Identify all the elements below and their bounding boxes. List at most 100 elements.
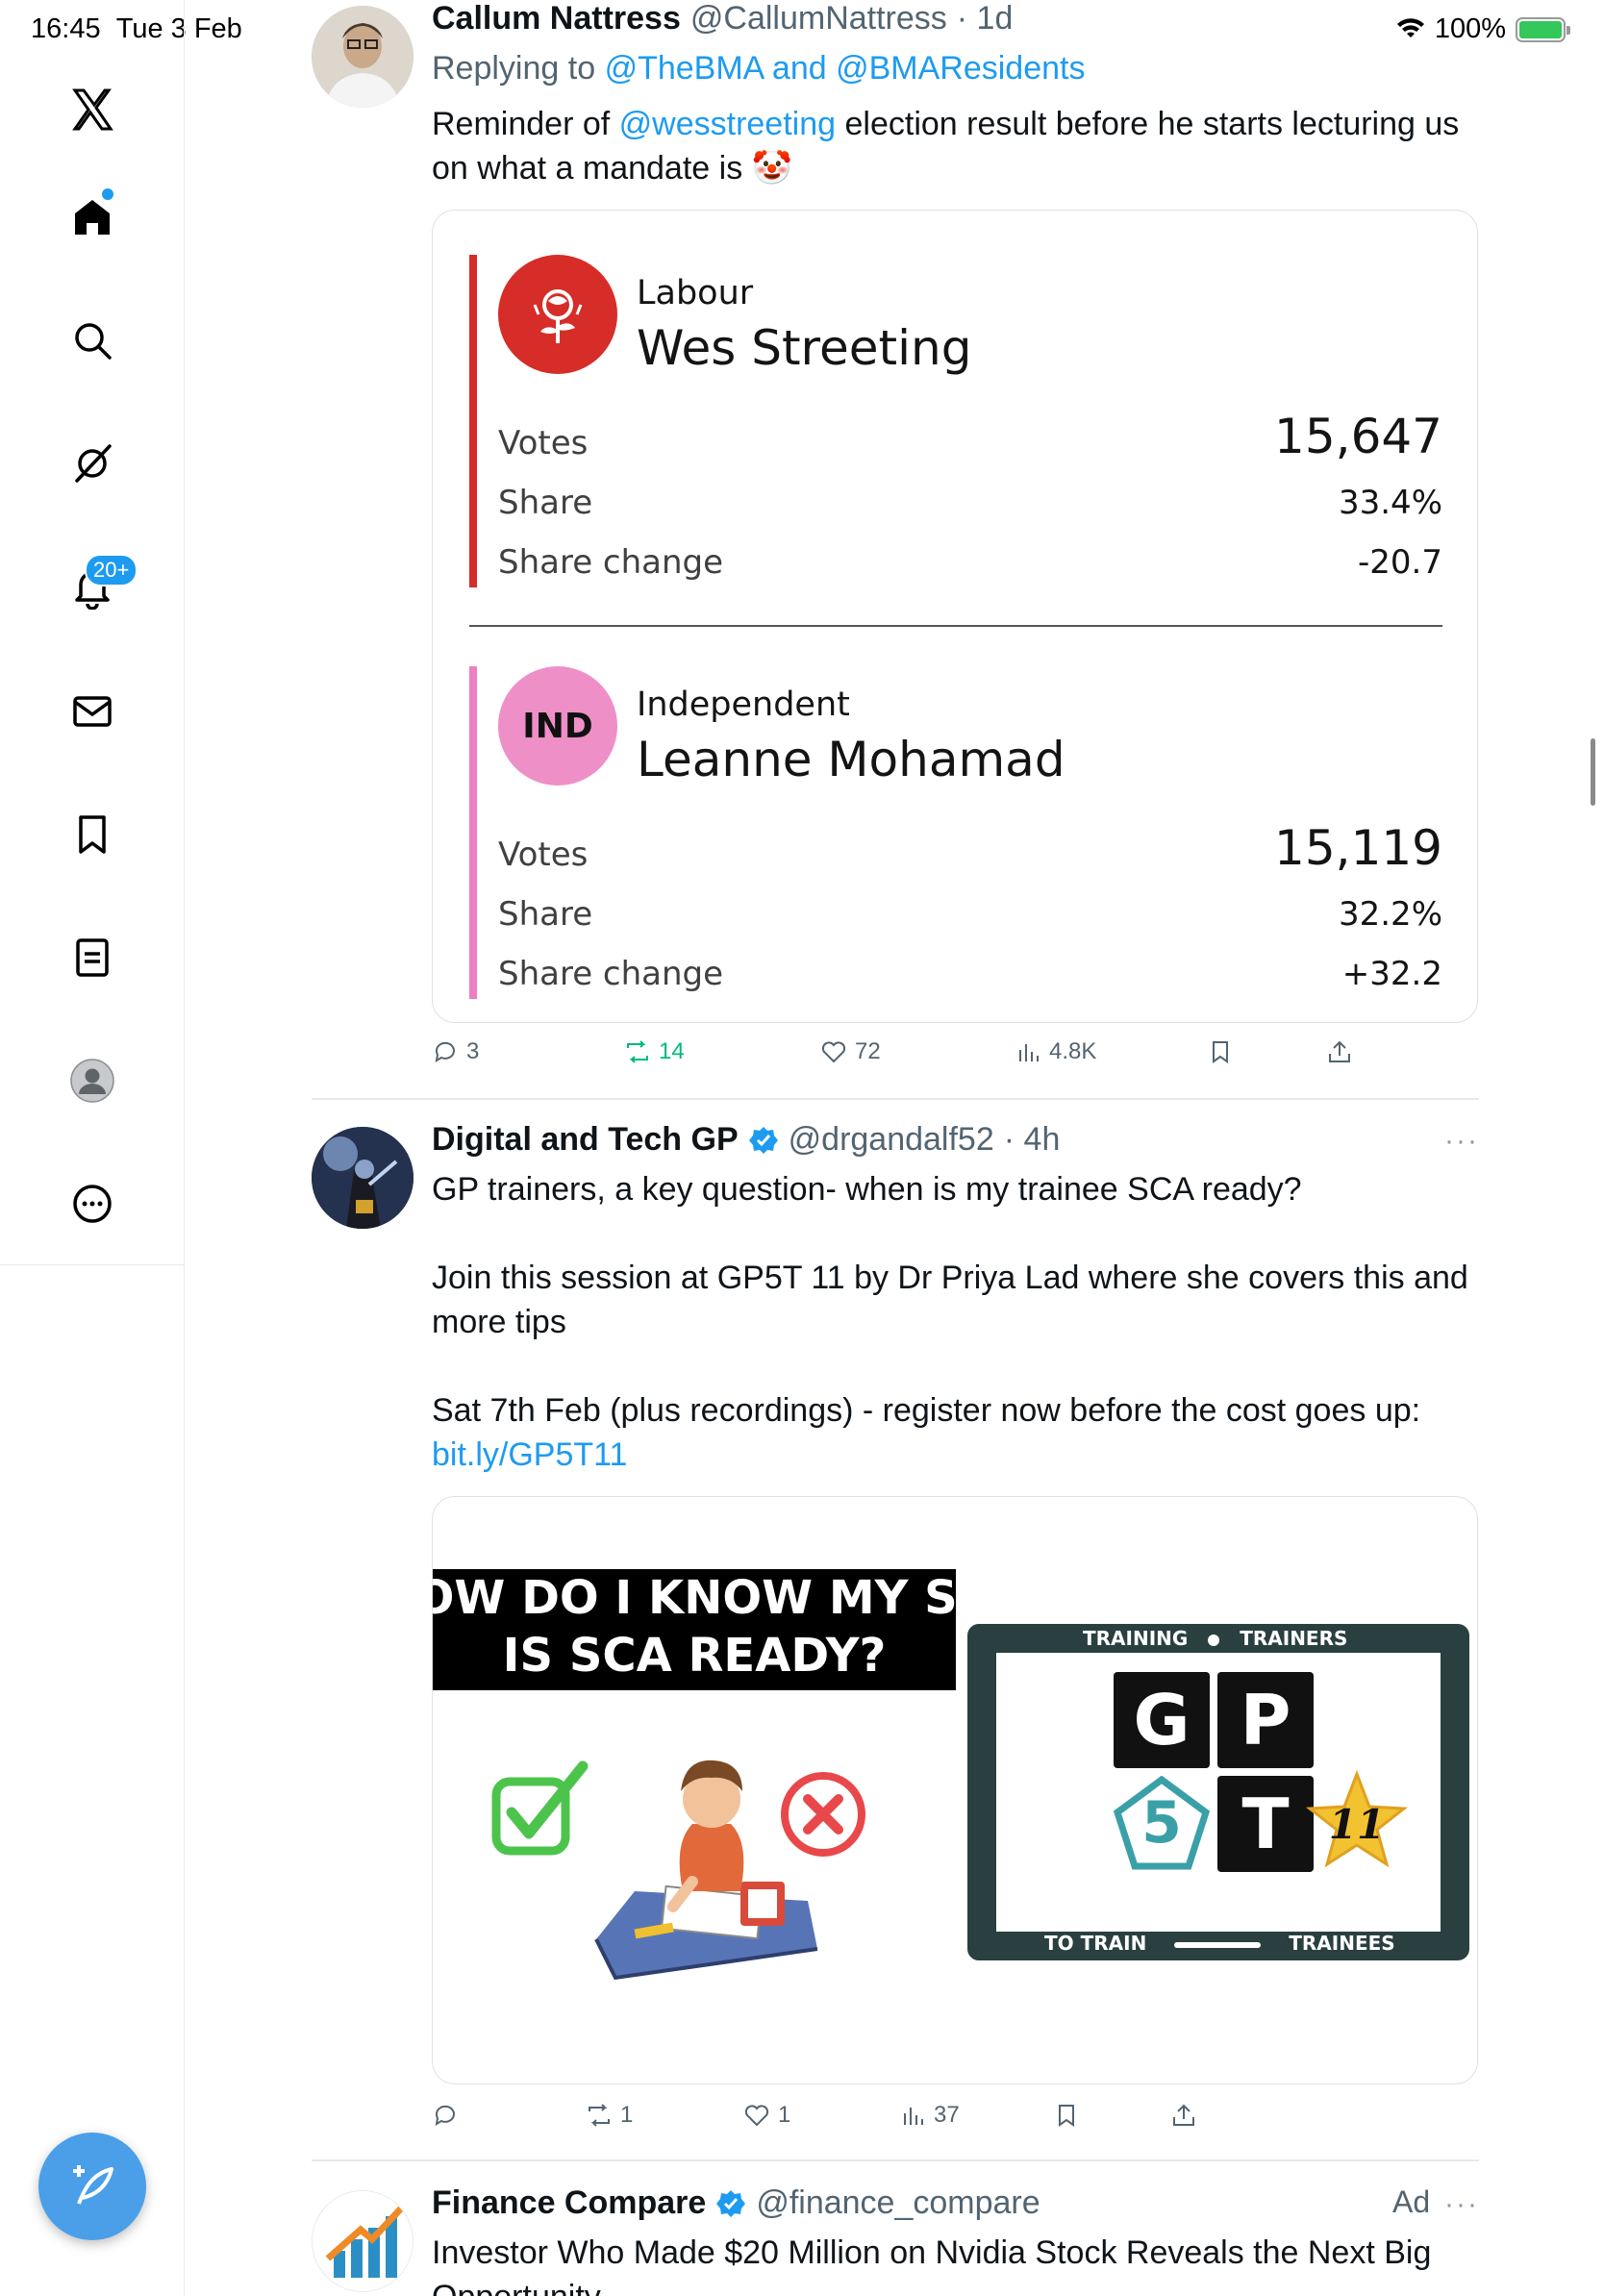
views-button[interactable]: 37	[899, 2102, 960, 2129]
tweet-text-part: Reminder of	[432, 106, 611, 142]
reply-icon	[435, 2105, 455, 2126]
votes-value: 15,647	[1274, 409, 1442, 464]
cross-icon	[781, 1772, 865, 1857]
grok-icon[interactable]	[58, 429, 127, 498]
party-color-bar	[469, 255, 477, 587]
bookmark-icon[interactable]	[58, 800, 127, 869]
like-button[interactable]: 72	[820, 1038, 881, 1065]
candidate-name: Wes Streeting	[637, 320, 972, 376]
tweet-text: Investor Who Made $20 Million on Nvidia …	[432, 2231, 1490, 2296]
tweet-image[interactable]: OW DO I KNOW MY ST IS SCA READY? TRAININ…	[432, 1496, 1478, 2084]
tile-g: G	[1114, 1672, 1210, 1768]
author-handle[interactable]: @CallumNattress	[690, 0, 947, 37]
reply-button[interactable]: 3	[432, 1038, 479, 1065]
mail-icon[interactable]	[58, 677, 127, 746]
more-options-icon[interactable]: ···	[1444, 2188, 1479, 2221]
tile-p: P	[1217, 1672, 1314, 1768]
battery-icon	[1516, 16, 1570, 42]
bookmark-icon	[1059, 2105, 1074, 2127]
votes-label: Votes	[498, 424, 589, 462]
heart-icon	[821, 1041, 846, 1063]
replying-prefix: Replying to	[432, 50, 596, 87]
x-logo-icon[interactable]	[58, 75, 127, 144]
tweet-time[interactable]: · 1d	[957, 0, 1014, 37]
author-handle[interactable]: @finance_compare	[756, 2184, 1040, 2222]
author-name[interactable]: Finance Compare	[432, 2184, 706, 2222]
tweet-link[interactable]: bit.ly/GP5T11	[432, 1436, 627, 1473]
repost-button[interactable]: 14	[624, 1038, 685, 1065]
votes-value: 15,119	[1274, 820, 1442, 876]
tweet-header: Finance Compare @finance_compare	[432, 2184, 1040, 2222]
party-name: Independent	[637, 686, 850, 724]
profile-icon[interactable]	[58, 1046, 127, 1115]
views-icon	[1019, 1044, 1039, 1061]
dot-icon	[1208, 1634, 1220, 1646]
tweet-text-line1: Investor Who Made $20 Million on Nvidia …	[432, 2234, 1432, 2271]
verified-badge-icon	[748, 1126, 778, 1154]
share-change-value: +32.2	[1341, 955, 1442, 993]
election-result-card[interactable]: Labour Wes Streeting Votes 15,647 Share …	[432, 210, 1478, 1023]
party-color-bar	[469, 666, 477, 999]
tweet-text-para1: GP trainers, a key question- when is my …	[432, 1171, 1302, 1208]
tile-5: 5	[1112, 1775, 1212, 1872]
bookmark-icon	[1213, 1041, 1228, 1063]
tweet-text: Reminder of @wesstreeting election resul…	[432, 102, 1490, 190]
candidate-independent: IND Independent Leanne Mohamad Votes 15,…	[469, 666, 1442, 999]
share-label: Share	[498, 895, 593, 934]
share-button[interactable]	[1326, 1038, 1353, 1065]
avatar[interactable]	[312, 2190, 414, 2292]
tile-t: T	[1217, 1776, 1314, 1872]
votes-label: Votes	[498, 836, 589, 874]
repost-icon	[627, 1040, 648, 1063]
like-button[interactable]: 1	[743, 2102, 790, 2129]
views-button[interactable]: 4.8K	[1015, 1038, 1096, 1065]
avatar[interactable]	[312, 1127, 414, 1229]
avatar[interactable]	[312, 6, 414, 108]
view-count: 4.8K	[1049, 1038, 1097, 1064]
dash-icon	[1174, 1941, 1262, 1948]
search-icon[interactable]	[58, 306, 127, 375]
candidate-name: Leanne Mohamad	[637, 732, 1065, 787]
author-name[interactable]: Digital and Tech GP	[432, 1121, 739, 1159]
clown-emoji-icon: 🤡	[751, 150, 792, 187]
author-handle[interactable]: @drgandalf52	[789, 1121, 994, 1159]
promo-headline-line1: OW DO I KNOW MY ST	[433, 1571, 956, 1625]
party-name: Labour	[637, 274, 754, 312]
replying-to-link[interactable]: @TheBMA and @BMAResidents	[605, 50, 1086, 87]
home-icon[interactable]	[58, 183, 127, 252]
candidate-labour: Labour Wes Streeting Votes 15,647 Share …	[469, 255, 1442, 587]
verified-badge-icon	[716, 2189, 746, 2217]
tweet-time[interactable]: · 4h	[1004, 1121, 1061, 1159]
mention-link[interactable]: @wesstreeting	[619, 106, 836, 142]
scrollbar-thumb[interactable]	[1591, 738, 1595, 806]
more-icon[interactable]	[58, 1169, 127, 1238]
reply-count: 3	[466, 1038, 480, 1064]
replying-to: Replying to @TheBMA and @BMAResidents	[432, 46, 1490, 90]
tweet-text-para3: Sat 7th Feb (plus recordings) - register…	[432, 1392, 1421, 1429]
author-name[interactable]: Callum Nattress	[432, 0, 681, 37]
view-count: 37	[934, 2102, 960, 2128]
like-count: 72	[855, 1038, 881, 1064]
lists-icon[interactable]	[58, 923, 127, 992]
notifications-badge: 20+	[85, 554, 138, 586]
gp5t-caption-trainees: TRAINEES	[1289, 1932, 1395, 1955]
more-options-icon[interactable]: ···	[1444, 1125, 1479, 1158]
heart-icon	[744, 2105, 769, 2127]
tweet-link-row: bit.ly/GP5T11	[432, 1433, 1490, 1477]
share-button[interactable]	[1170, 2102, 1197, 2129]
home-unread-dot	[102, 188, 113, 200]
reply-button[interactable]	[432, 2102, 466, 2129]
tile-5-label: 5	[1141, 1789, 1182, 1857]
tweet-header: Callum Nattress @CallumNattress · 1d	[432, 0, 1013, 37]
compose-feather-icon	[73, 2165, 113, 2205]
gp5t-logo: TRAINING TRAINERS G P 5 T 11 TO TRAIN TR…	[967, 1624, 1469, 1960]
gp5t-caption-bottom: TO TRAIN TRAINEES	[1044, 1932, 1395, 1955]
repost-count: 14	[659, 1038, 685, 1064]
compose-button[interactable]	[38, 2133, 146, 2240]
bookmark-button[interactable]	[1053, 2102, 1080, 2129]
share-value: 33.4%	[1338, 484, 1442, 522]
bookmark-button[interactable]	[1207, 1038, 1234, 1065]
party-abbr: IND	[522, 706, 593, 746]
share-change-label: Share change	[498, 543, 724, 582]
repost-button[interactable]: 1	[586, 2102, 633, 2129]
